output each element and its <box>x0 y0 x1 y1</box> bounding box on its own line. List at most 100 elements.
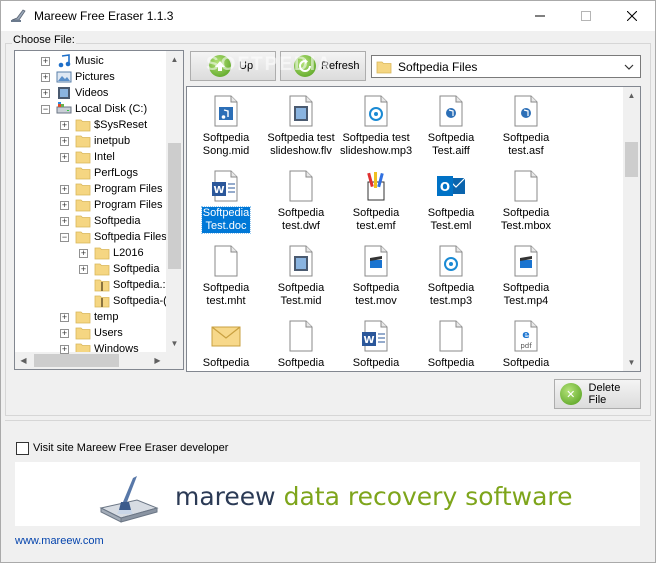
minimize-button[interactable] <box>517 1 563 31</box>
tree-item[interactable]: Softpedia Files <box>75 229 167 245</box>
folder-dropdown[interactable]: Softpedia Files <box>371 55 641 78</box>
file-item[interactable]: Softpedia Test.aiff <box>414 95 488 158</box>
file-name-label: SoftpediaTest.pcl <box>427 357 475 371</box>
file-list-view[interactable]: epdfSoftpediaTest.pdfSoftpediaTest.pclWS… <box>186 86 641 372</box>
file-item[interactable]: Softpedia test.asf <box>489 95 563 158</box>
maximize-button[interactable] <box>563 1 609 31</box>
file-item[interactable]: Softpedia test slideshow.flv <box>264 95 338 158</box>
tree-item[interactable]: $SysReset <box>75 117 147 133</box>
file-name-label: Softpedia test.emf <box>352 207 400 233</box>
tree-vertical-scrollbar[interactable]: ▲ ▼ <box>166 51 183 352</box>
tree-expander-icon[interactable]: + <box>41 73 50 82</box>
file-item[interactable]: epdf SoftpediaTest.pdf <box>489 320 563 371</box>
file-name-label: Softpedia test.mp3 <box>427 282 475 308</box>
file-item[interactable]: Softpedia Test.mbox <box>489 170 563 233</box>
scroll-up-arrow-icon[interactable]: ▲ <box>623 87 640 104</box>
scroll-down-arrow-icon[interactable]: ▼ <box>623 354 640 371</box>
file-item[interactable]: W SoftpediaTest.odt <box>339 320 413 371</box>
file-item[interactable]: Softpedia test.mov <box>339 245 413 308</box>
tree-item[interactable]: Softpedia.: <box>94 277 166 293</box>
svg-text:W: W <box>213 185 224 196</box>
folder-dropdown-value: Softpedia Files <box>398 59 478 74</box>
tree-item[interactable]: Softpedia-( <box>94 293 167 309</box>
file-item[interactable]: SoftpediaTest.pcl <box>414 320 488 371</box>
tree-item[interactable]: Users <box>75 325 123 341</box>
file-item[interactable]: W Softpedia Test.doc <box>189 170 263 234</box>
scroll-right-arrow-icon[interactable]: ▶ <box>149 352 166 369</box>
tree-expander-icon[interactable]: + <box>41 89 50 98</box>
tree-item[interactable]: PerfLogs <box>75 165 138 181</box>
tree-vscroll-thumb[interactable] <box>168 143 181 269</box>
file-item[interactable]: Softpedia Test.mid <box>264 245 338 308</box>
close-button[interactable] <box>609 1 655 31</box>
tree-expander-icon[interactable]: + <box>60 345 69 354</box>
up-button[interactable]: Up <box>190 51 276 81</box>
mareew-site-link[interactable]: www.mareew.com <box>15 535 104 547</box>
tree-item[interactable]: Local Disk (C:) <box>56 101 147 117</box>
tree-item[interactable]: L2016 <box>94 245 144 261</box>
file-name-line2: Test.mid <box>280 295 322 307</box>
visit-site-checkbox[interactable] <box>16 442 29 455</box>
folder-tree[interactable]: Windows Users temp Softpedia-(Softpedia.: So… <box>14 50 184 370</box>
visit-site-label[interactable]: Visit site Mareew Free Eraser developer <box>33 442 228 454</box>
tree-item[interactable]: Softpedia <box>94 261 159 277</box>
file-item[interactable]: Softpedia test slideshow.mp3 <box>339 95 413 158</box>
file-name-label: Softpedia Test.aiff <box>427 132 475 158</box>
tree-expander-icon[interactable]: + <box>60 329 69 338</box>
delete-file-button[interactable]: ✕ Delete File <box>554 379 641 409</box>
mareew-banner[interactable]: mareew data recovery software <box>15 462 640 526</box>
file-item[interactable]: O Softpedia Test.eml <box>414 170 488 233</box>
file-item[interactable]: Softpedia test.mht <box>189 245 263 308</box>
tree-item[interactable]: Pictures <box>56 69 115 85</box>
tree-item[interactable]: Program Files ( <box>75 197 169 213</box>
up-button-label: Up <box>239 60 254 72</box>
file-name-line1: Softpedia <box>202 207 250 219</box>
tree-expander-icon[interactable]: + <box>60 137 69 146</box>
file-item[interactable]: Softpedia Song.mid <box>189 95 263 158</box>
music-icon <box>58 54 71 68</box>
tree-item[interactable]: Intel <box>75 149 115 165</box>
file-item[interactable]: Softpedia test.dwf <box>264 170 338 233</box>
tree-expander-icon[interactable]: + <box>60 185 69 194</box>
scroll-up-arrow-icon[interactable]: ▲ <box>166 51 183 68</box>
file-item[interactable]: Softpedia Test.mp4 <box>489 245 563 308</box>
tree-item[interactable]: Softpedia <box>75 213 140 229</box>
tree-expander-icon[interactable]: + <box>41 57 50 66</box>
file-name-line2: Test.nef <box>282 370 321 371</box>
tree-expander-icon[interactable]: + <box>60 313 69 322</box>
file-item[interactable]: SoftpediaTest.msg <box>189 320 263 371</box>
tree-expander-icon[interactable]: + <box>79 265 88 274</box>
tree-expander-icon[interactable]: − <box>60 233 69 242</box>
file-name-line1: Softpedia <box>427 357 475 369</box>
files-vertical-scrollbar[interactable]: ▲ ▼ <box>623 87 640 371</box>
file-item[interactable]: Softpedia test.mp3 <box>414 245 488 308</box>
tree-expander-icon[interactable]: − <box>41 105 50 114</box>
refresh-button[interactable]: Refresh <box>280 51 366 81</box>
tree-item[interactable]: Videos <box>56 85 108 101</box>
tree-item[interactable]: temp <box>75 309 118 325</box>
tree-expander-icon[interactable]: + <box>60 153 69 162</box>
tree-item[interactable]: inetpub <box>75 133 130 149</box>
tree-expander-icon[interactable]: + <box>60 217 69 226</box>
scroll-down-arrow-icon[interactable]: ▼ <box>166 335 183 352</box>
tree-item-label: PerfLogs <box>94 167 139 179</box>
tree-expander-icon[interactable]: + <box>60 121 69 130</box>
file-item[interactable]: Softpedia test.emf <box>339 170 413 233</box>
file-name-line2: test.dwf <box>282 220 320 232</box>
tree-hscroll-thumb[interactable] <box>34 354 119 367</box>
tree-item[interactable]: Music <box>56 53 104 69</box>
file-name-label: Softpedia Test.eml <box>427 207 475 233</box>
files-vscroll-thumb[interactable] <box>625 142 638 177</box>
file-name-line2: test.emf <box>356 220 396 232</box>
pictures-icon <box>56 71 72 83</box>
file-name-label: SoftpediaTest.odt <box>352 357 400 371</box>
video-file-icon <box>285 95 317 127</box>
tree-item[interactable]: Program Files <box>75 181 162 197</box>
scroll-left-arrow-icon[interactable]: ◀ <box>15 352 32 369</box>
tree-item-label: L2016 <box>113 247 144 259</box>
maximize-icon <box>581 11 591 21</box>
tree-expander-icon[interactable]: + <box>60 201 69 210</box>
tree-expander-icon[interactable]: + <box>79 249 88 258</box>
file-item[interactable]: SoftpediaTest.nef <box>264 320 338 371</box>
tree-horizontal-scrollbar[interactable]: ◀ ▶ <box>15 352 166 369</box>
